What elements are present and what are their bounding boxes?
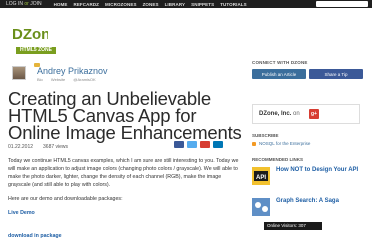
join-link[interactable]: JOIN xyxy=(30,1,41,7)
connect-section: CONNECT WITH DZONE Publish an Article Sh… xyxy=(252,60,364,79)
recommended-heading: RECOMMENDED LINKS xyxy=(252,157,304,162)
nav-snippets[interactable]: SNIPPETS xyxy=(191,2,214,7)
facebook-icon[interactable] xyxy=(174,141,184,148)
dzone-logo-text: DZone xyxy=(12,26,48,42)
rss-icon xyxy=(252,141,256,146)
article-paragraph: Here are our demo and downloadable packa… xyxy=(8,196,123,202)
linkedin-icon[interactable] xyxy=(213,141,223,148)
author-name[interactable]: Andrey Prikaznov xyxy=(37,66,108,76)
article-title: Creating an Unbelievable HTML5 Canvas Ap… xyxy=(8,88,242,143)
author-twitter-link[interactable]: @AramisOK xyxy=(73,77,95,82)
zone-tag[interactable]: HTML5 ZONE xyxy=(16,47,56,54)
gplus-page-name[interactable]: DZone, Inc. on xyxy=(259,111,300,117)
avatar[interactable] xyxy=(12,66,26,80)
share-tip-button[interactable]: Share a Tip xyxy=(309,69,363,79)
site-logo[interactable]: DZone HTML5 ZONE xyxy=(12,14,56,58)
recommended-title[interactable]: How NOT to Design Your API xyxy=(276,167,364,174)
main-nav: HOME REFCARDZ MICROZONES ZONES LIBRARY S… xyxy=(54,2,253,7)
or-text: or xyxy=(24,1,29,7)
top-bar: LOG IN or JOIN HOME REFCARDZ MICROZONES … xyxy=(0,0,372,8)
nav-refcardz[interactable]: REFCARDZ xyxy=(73,2,99,7)
recommended-links: RECOMMENDED LINKS API How NOT to Design … xyxy=(252,157,364,224)
nav-microzones[interactable]: MICROZONES xyxy=(105,2,137,7)
author-meta: Bio Website @AramisOK xyxy=(37,77,103,82)
subscribe-heading: SUBSCRIBE xyxy=(252,133,279,138)
login-join: LOG IN or JOIN xyxy=(6,1,42,7)
login-link[interactable]: LOG IN xyxy=(6,1,23,7)
graph-thumbnail-icon xyxy=(252,198,270,216)
recommended-item[interactable]: Graph Search: A Saga xyxy=(252,198,364,224)
article-views: 3687 views xyxy=(43,143,69,150)
google-plus-button[interactable]: g+ xyxy=(309,109,319,119)
subscribe-item[interactable]: NOSQL for the Enterprise xyxy=(252,141,362,146)
nav-tutorials[interactable]: TUTORIALS xyxy=(220,2,247,7)
gplus-on: on xyxy=(293,111,300,117)
api-thumbnail-icon: API xyxy=(252,167,270,185)
publish-article-button[interactable]: Publish an Article xyxy=(252,69,306,79)
article-date: 01.22.2012 xyxy=(8,143,34,150)
article-body: Today we continue HTML5 canvas examples,… xyxy=(8,157,242,209)
author-bio-link[interactable]: Bio xyxy=(37,77,43,82)
google-plus-icon[interactable] xyxy=(200,141,210,148)
gplus-name: DZone, Inc. xyxy=(259,111,292,117)
dzone-logo-icon: DZone xyxy=(12,26,48,42)
online-visitors-badge: Online Visitors: 307 xyxy=(264,222,322,230)
article-paragraph: Today we continue HTML5 canvas examples,… xyxy=(8,158,239,188)
twitter-icon[interactable] xyxy=(187,141,197,148)
search-input[interactable] xyxy=(316,1,368,7)
svg-text:API: API xyxy=(256,175,266,181)
nav-home[interactable]: HOME xyxy=(54,2,68,7)
share-buttons xyxy=(174,141,223,148)
subscribe-item-label: NOSQL for the Enterprise xyxy=(259,141,311,146)
connect-heading: CONNECT WITH DZONE xyxy=(252,60,308,65)
nav-zones[interactable]: ZONES xyxy=(143,2,159,7)
subscribe-section: SUBSCRIBE NOSQL for the Enterprise xyxy=(252,133,362,146)
recommended-title[interactable]: Graph Search: A Saga xyxy=(276,198,364,205)
live-demo-link[interactable]: Live Demo xyxy=(8,210,35,216)
author-website-link[interactable]: Website xyxy=(51,77,65,82)
recommended-item[interactable]: API How NOT to Design Your API xyxy=(252,167,364,193)
google-plus-box: DZone, Inc. on g+ xyxy=(252,104,360,124)
connect-buttons: Publish an Article Share a Tip xyxy=(252,69,364,79)
nav-library[interactable]: LIBRARY xyxy=(165,2,186,7)
download-link[interactable]: download in package xyxy=(8,233,62,239)
